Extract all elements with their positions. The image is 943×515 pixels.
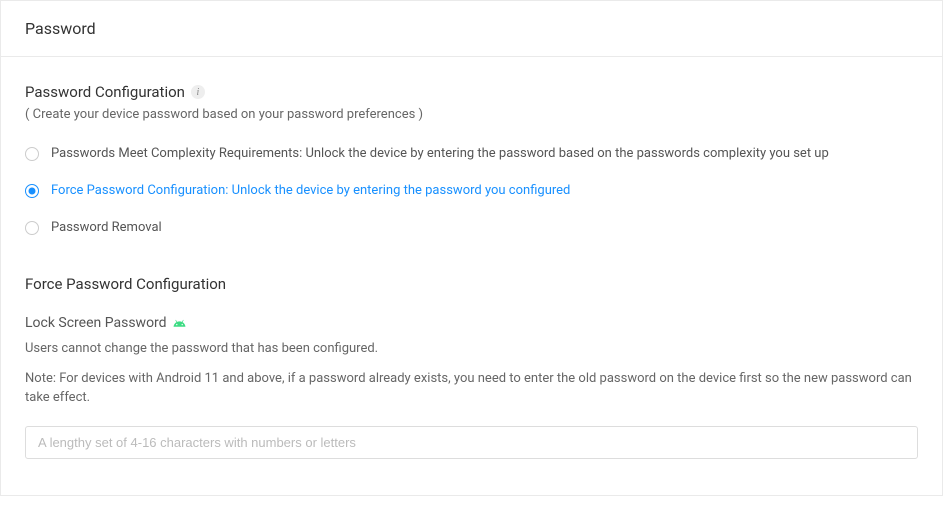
config-title-row: Password Configuration i [25, 83, 918, 101]
lock-screen-row: Lock Screen Password [25, 315, 918, 331]
page-title: Password [25, 19, 918, 38]
radio-option-force[interactable]: Force Password Configuration: Unlock the… [25, 183, 918, 198]
password-mode-radio-group: Passwords Meet Complexity Requirements: … [25, 146, 918, 235]
info-icon[interactable]: i [191, 85, 205, 99]
password-input[interactable] [25, 426, 918, 459]
radio-label: Force Password Configuration: Unlock the… [51, 183, 570, 198]
config-section-subtitle: ( Create your device password based on y… [25, 107, 918, 122]
radio-icon [25, 147, 39, 161]
config-section-title: Password Configuration [25, 83, 185, 101]
radio-label: Passwords Meet Complexity Requirements: … [51, 146, 829, 161]
radio-label: Password Removal [51, 220, 162, 235]
lock-screen-description: Users cannot change the password that ha… [25, 339, 918, 359]
panel-header: Password [1, 1, 942, 57]
force-config-title: Force Password Configuration [25, 275, 918, 293]
radio-option-complexity[interactable]: Passwords Meet Complexity Requirements: … [25, 146, 918, 161]
radio-icon [25, 184, 39, 198]
radio-option-removal[interactable]: Password Removal [25, 220, 918, 235]
lock-screen-note: Note: For devices with Android 11 and ab… [25, 369, 918, 408]
radio-icon [25, 221, 39, 235]
android-icon [173, 317, 186, 330]
lock-screen-label: Lock Screen Password [25, 315, 167, 331]
panel-content: Password Configuration i ( Create your d… [1, 57, 942, 495]
password-panel: Password Password Configuration i ( Crea… [0, 0, 943, 496]
